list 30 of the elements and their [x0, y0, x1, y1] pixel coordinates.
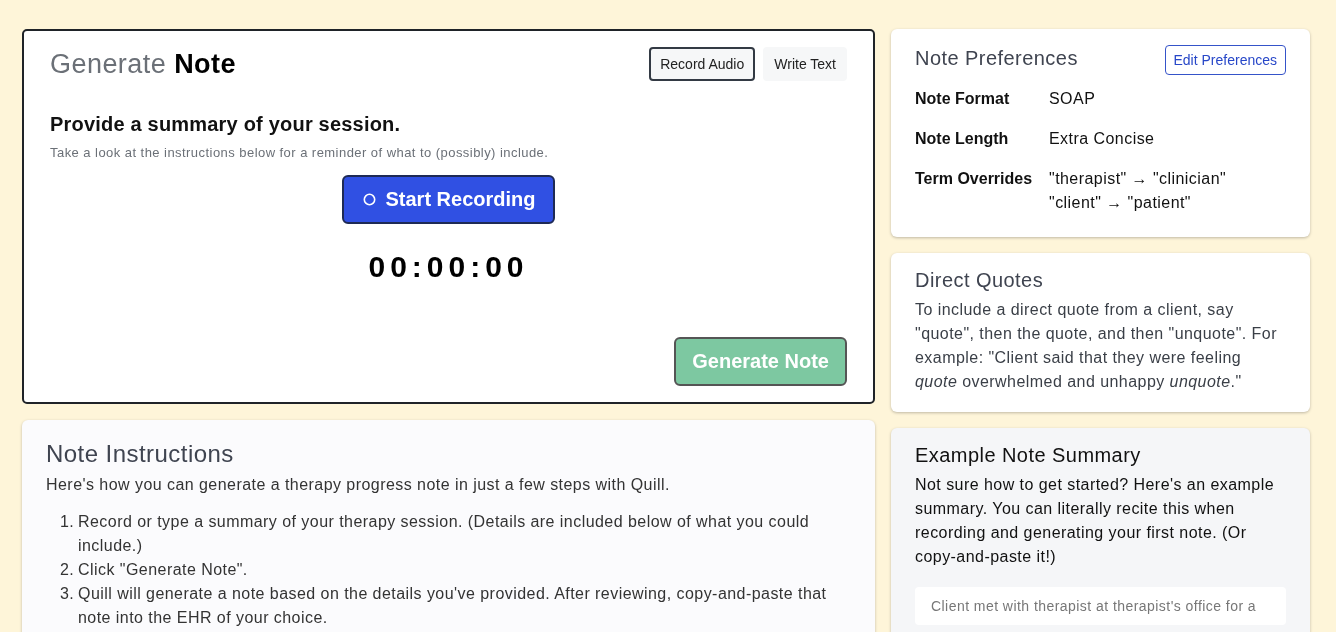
preference-label: Note Length — [915, 129, 1010, 149]
preference-label: Term Overrides — [915, 169, 1034, 189]
example-summary-text: Client met with therapist at therapist's office for a — [915, 587, 1286, 625]
step-number: 2. — [60, 560, 73, 580]
preference-value: "client" → "patient" — [1049, 193, 1192, 213]
example-description: Not sure how to get started? Here's an example summary. You can literally recite this when recording and generating your first note. (Or copy-and-paste it!) — [915, 475, 1276, 567]
quotes-description: To include a direct quote from a client, say "quote", then the quote, and then "unquote". For example: "Client said that they were feeling quote overwhelmed and unhappy unquote." — [915, 300, 1278, 392]
step-text: Record or type a summary of your therapy session. (Details are included below of what you could include.) — [78, 512, 811, 556]
card-title: Direct Quotes — [915, 269, 1045, 292]
preference-value: Extra Concise — [1049, 129, 1155, 149]
intro-text: Here's how you can generate a therapy progress note in just a few steps with Quill. — [46, 475, 671, 495]
mode-tab[interactable]: Record Audio — [649, 47, 756, 81]
step-number: 3. — [60, 584, 73, 604]
circle-icon — [363, 193, 377, 206]
mode-tab[interactable]: Write Text — [763, 47, 847, 81]
start-recording-button[interactable]: Start Recording — [342, 175, 555, 224]
section-heading: Provide a summary of your session. — [50, 113, 402, 136]
card-title: Generate Note — [50, 49, 236, 80]
step-text: Click "Generate Note". — [78, 560, 248, 580]
edit-preferences-button[interactable]: Edit Preferences — [1164, 45, 1286, 75]
timer: 00:00:00 — [368, 250, 529, 284]
hint-text: Take a look at the instructions below for a reminder of what to (possibly) include. — [50, 145, 550, 160]
preference-value: "therapist" → "clinician" — [1049, 169, 1227, 189]
card-title: Note Instructions — [46, 440, 235, 468]
step-text: Quill will generate a note based on the details you've provided. After reviewing, copy-and-paste that note into the EHR of your choice. — [78, 584, 828, 628]
card-title: Example Note Summary — [915, 444, 1142, 467]
card-title: Note Preferences — [915, 47, 1078, 70]
step-number: 1. — [60, 512, 73, 532]
preference-value: SOAP — [1049, 89, 1096, 109]
preference-label: Note Format — [915, 89, 1011, 109]
